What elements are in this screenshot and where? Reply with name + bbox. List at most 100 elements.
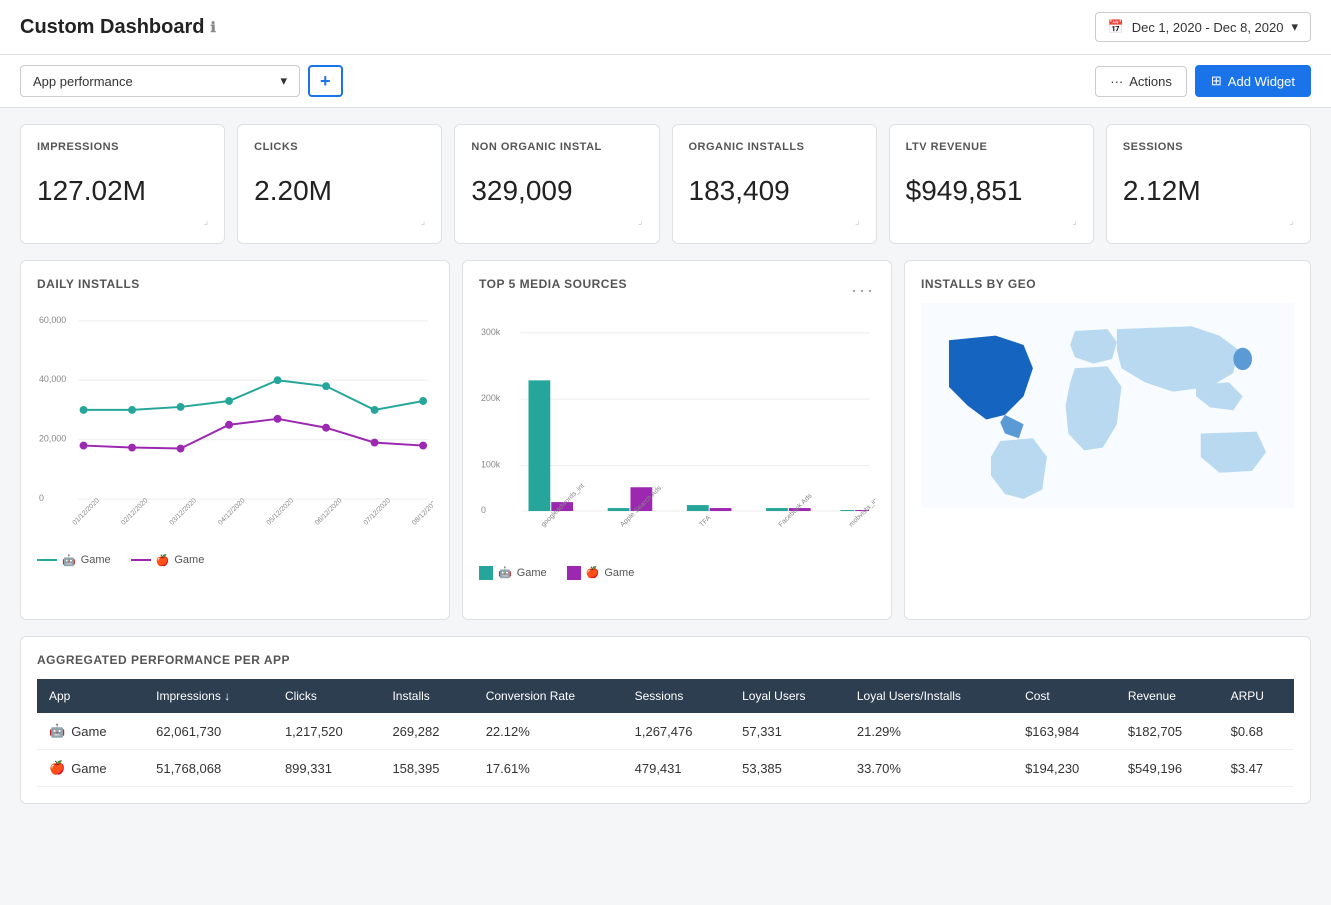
app-select-label: App performance [33,74,133,89]
svg-text:07/12/2020: 07/12/2020 [363,497,393,527]
cell-impressions-0: 62,061,730 [144,713,273,750]
grid-icon: ⊞ [1211,73,1222,89]
svg-text:04/12/2020: 04/12/2020 [217,497,247,527]
svg-text:05/12/2020: 05/12/2020 [266,497,296,527]
aggregated-table: App Impressions ↓ Clicks Installs Conver… [37,679,1294,787]
svg-text:200k: 200k [481,393,501,403]
legend-item-ios: 🍎 Game [131,554,205,567]
calendar-icon: 📅 [1108,19,1124,35]
cell-cost-0: $163,984 [1013,713,1116,750]
cell-loyal-installs-1: 33.70% [845,750,1013,787]
apple-icon-2: 🍎 [586,566,600,579]
kpi-resize-4[interactable]: ⌟ [906,216,1077,227]
svg-text:02/12/2020: 02/12/2020 [120,497,150,527]
col-revenue: Revenue [1116,679,1219,713]
svg-text:20,000: 20,000 [39,434,66,444]
svg-text:60,000: 60,000 [39,315,66,325]
android-icon: 🤖 [62,554,76,567]
apple-icon: 🍎 [156,554,170,567]
daily-installs-chart: DAILY INSTALLS 60,000 40,000 20,000 0 [20,260,450,620]
svg-text:08/12/2020: 08/12/2020 [411,497,433,527]
kpi-card-0: IMPRESSIONS 127.02M ⌟ [20,124,225,244]
chart-menu-icon[interactable]: ··· [851,280,875,301]
cell-loyal-installs-0: 21.29% [845,713,1013,750]
col-installs: Installs [380,679,473,713]
cell-app-1: 🍎 Game [37,750,144,787]
bar-android-3 [687,505,709,511]
col-loyal-installs: Loyal Users/Installs [845,679,1013,713]
cell-cost-1: $194,230 [1013,750,1116,787]
kpi-value-1: 2.20M [254,175,425,207]
series2-point [128,444,136,452]
add-widget-button[interactable]: ⊞ Add Widget [1195,65,1311,97]
cell-revenue-0: $182,705 [1116,713,1219,750]
kpi-resize-5[interactable]: ⌟ [1123,216,1294,227]
svg-text:mobvista_int: mobvista_int [848,496,875,528]
series1-point [80,406,88,414]
kpi-resize-2[interactable]: ⌟ [471,216,642,227]
app-performance-select[interactable]: App performance ▾ [20,65,300,97]
actions-button[interactable]: ··· Actions [1095,66,1187,97]
title-text: Custom Dashboard [20,16,204,39]
toolbar: App performance ▾ + ··· Actions ⊞ Add Wi… [0,55,1331,108]
add-tab-button[interactable]: + [308,65,343,97]
kpi-value-2: 329,009 [471,175,642,207]
cell-impressions-1: 51,768,068 [144,750,273,787]
top-media-sources-chart: TOP 5 MEDIA SOURCES ··· 300k 200k 100k 0 [462,260,892,620]
toolbar-right: ··· Actions ⊞ Add Widget [1095,65,1311,97]
col-loyal-users: Loyal Users [730,679,845,713]
kpi-label-0: IMPRESSIONS [37,141,208,153]
kpi-resize-1[interactable]: ⌟ [254,216,425,227]
daily-installs-legend: 🤖 Game 🍎 Game [37,554,433,567]
page-header: Custom Dashboard ℹ 📅 Dec 1, 2020 - Dec 8… [0,0,1331,55]
kpi-label-2: NON ORGANIC INSTAL [471,141,642,153]
top-media-legend: 🤖 Game 🍎 Game [479,566,875,580]
cell-installs-0: 269,282 [380,713,473,750]
main-content: IMPRESSIONS 127.02M ⌟ CLICKS 2.20M ⌟ NON… [0,108,1331,820]
add-widget-label: Add Widget [1228,74,1295,89]
kpi-resize-0[interactable]: ⌟ [37,216,208,227]
col-clicks: Clicks [273,679,381,713]
kpi-label-4: LTV REVENUE [906,141,1077,153]
legend-ios-label: Game [174,554,204,566]
bar-ios-3 [710,508,732,511]
japan [1233,348,1252,370]
table-title: AGGREGATED PERFORMANCE PER APP [37,653,1294,667]
series1-point [371,406,379,414]
top-media-header: TOP 5 MEDIA SOURCES ··· [479,277,875,303]
date-range-button[interactable]: 📅 Dec 1, 2020 - Dec 8, 2020 ▾ [1095,12,1311,42]
android-icon-2: 🤖 [498,566,512,579]
kpi-value-5: 2.12M [1123,175,1294,207]
toolbar-left: App performance ▾ + [20,65,343,97]
bar-android-2 [608,508,630,511]
series2-point [80,442,88,450]
table-row: 🍎 Game 51,768,068 899,331 158,395 17.61%… [37,750,1294,787]
svg-text:03/12/2020: 03/12/2020 [169,497,199,527]
cell-arpu-1: $3.47 [1219,750,1294,787]
geo-map-svg [921,303,1294,508]
daily-installs-title: DAILY INSTALLS [37,277,433,291]
page-title: Custom Dashboard ℹ [20,16,216,39]
bar-android-1 [529,380,551,511]
aggregated-table-section: AGGREGATED PERFORMANCE PER APP App Impre… [20,636,1311,804]
info-icon[interactable]: ℹ [210,19,215,36]
cell-loyal-1: 53,385 [730,750,845,787]
col-conversion: Conversion Rate [474,679,623,713]
col-impressions: Impressions ↓ [144,679,273,713]
cell-clicks-0: 1,217,520 [273,713,381,750]
cell-conversion-0: 22.12% [474,713,623,750]
dots-icon: ··· [1110,74,1123,89]
series1-point [177,403,185,411]
cell-installs-1: 158,395 [380,750,473,787]
kpi-value-3: 183,409 [689,175,860,207]
kpi-label-3: ORGANIC INSTALLS [689,141,860,153]
kpi-resize-3[interactable]: ⌟ [689,216,860,227]
date-range-label: Dec 1, 2020 - Dec 8, 2020 [1132,20,1284,35]
series2-point [274,415,282,423]
cell-loyal-0: 57,331 [730,713,845,750]
svg-text:0: 0 [39,493,44,503]
svg-text:TFA: TFA [698,514,712,528]
kpi-card-4: LTV REVENUE $949,851 ⌟ [889,124,1094,244]
series1-point [128,406,136,414]
svg-text:40,000: 40,000 [39,374,66,384]
